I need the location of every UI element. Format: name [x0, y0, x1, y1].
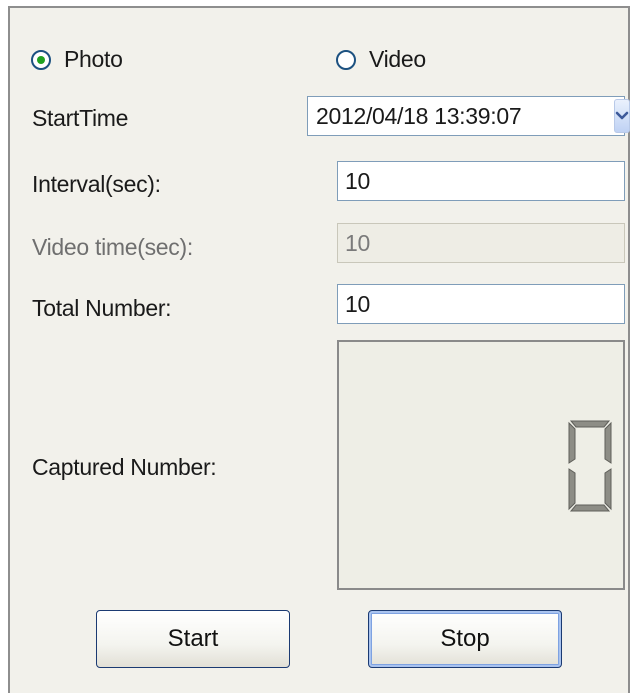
total-number-label: Total Number:: [32, 295, 172, 321]
segment-f: [568, 421, 576, 464]
radio-video-label: Video: [369, 46, 426, 72]
video-time-label: Video time(sec):: [32, 234, 193, 260]
radio-selected-dot: [37, 55, 45, 64]
segment-a: [569, 420, 611, 428]
radio-video[interactable]: Video: [336, 46, 426, 73]
stop-button[interactable]: Stop: [368, 610, 562, 668]
segment-c: [604, 468, 612, 511]
start-time-value[interactable]: [308, 96, 614, 136]
video-time-stepper: ▲ ▼: [337, 223, 637, 263]
segment-e: [568, 468, 576, 511]
start-time-picker[interactable]: [307, 96, 630, 136]
total-number-input[interactable]: [338, 284, 637, 324]
interval-stepper[interactable]: ▲ ▼: [337, 161, 637, 201]
interval-label: Interval(sec):: [32, 171, 161, 197]
captured-number-label: Captured Number:: [32, 454, 217, 480]
total-number-stepper[interactable]: ▲ ▼: [337, 284, 637, 324]
chevron-down-icon[interactable]: [614, 99, 630, 133]
seven-segment-digit: 0: [568, 420, 612, 512]
start-button[interactable]: Start: [96, 610, 290, 668]
start-time-label: StartTime: [32, 105, 129, 131]
interval-input[interactable]: [338, 161, 637, 201]
capture-settings-panel: Photo Video StartTime Interval(sec): ▲ ▼…: [8, 6, 637, 693]
radio-icon: [31, 49, 51, 70]
segment-b: [604, 421, 612, 464]
video-time-input: [338, 223, 637, 263]
captured-number-display: 0: [337, 340, 625, 590]
radio-photo-label: Photo: [64, 46, 123, 72]
radio-photo[interactable]: Photo: [31, 46, 123, 73]
radio-icon: [336, 49, 356, 70]
segment-d: [569, 504, 611, 512]
